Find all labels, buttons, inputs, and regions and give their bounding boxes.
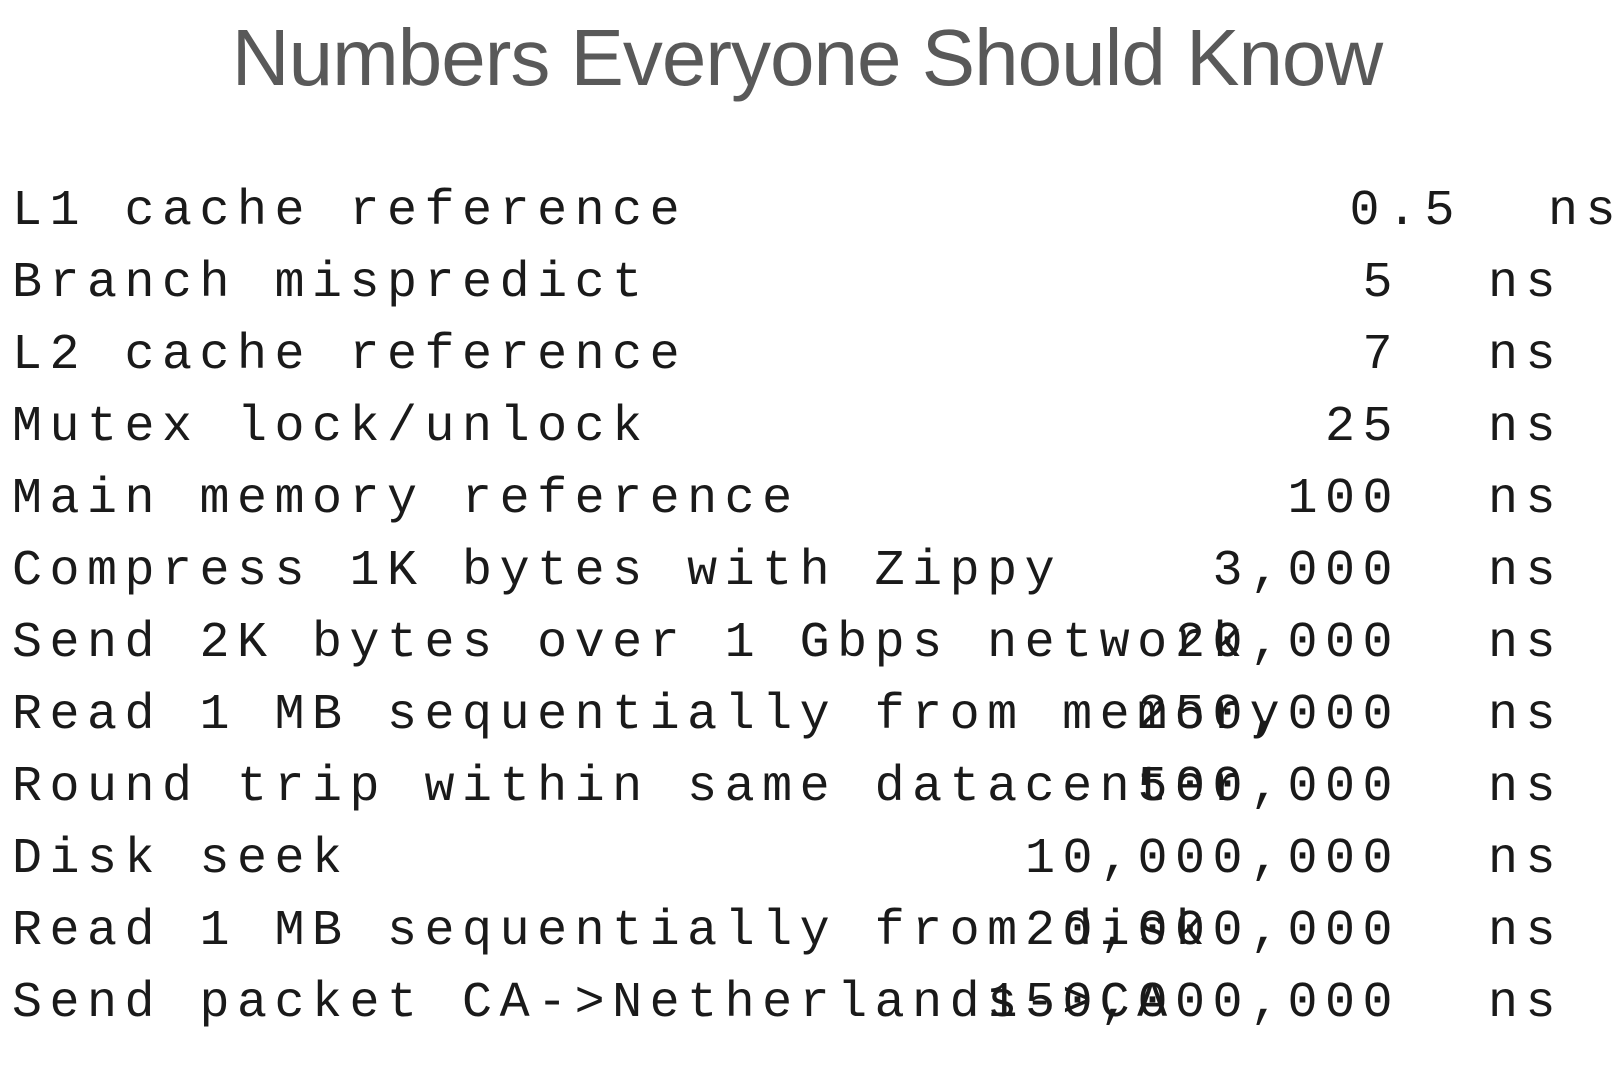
list-item: Read 1 MB sequentially from disk 20,000,… [0, 895, 1614, 969]
list-item: Round trip within same datacenter 500,00… [0, 751, 1614, 825]
list-item: L2 cache reference 7 ns [0, 319, 1614, 393]
item-value: 3,000 [1212, 543, 1400, 600]
list-item: L1 cache reference 0.5 ns [0, 175, 1614, 249]
item-unit: ns [1488, 399, 1564, 456]
list-item: Read 1 MB sequentially from memory 250,0… [0, 679, 1614, 753]
item-unit: ns [1488, 471, 1564, 528]
item-label: L1 cache reference [12, 183, 688, 240]
list-item: Branch mispredict 5 ns [0, 247, 1614, 321]
list-item: Send 2K bytes over 1 Gbps network 20,000… [0, 607, 1614, 681]
list-item: Disk seek 10,000,000 ns [0, 823, 1614, 897]
item-unit: ns [1548, 183, 1614, 240]
item-unit: ns [1488, 831, 1564, 888]
item-label: Send 2K bytes over 1 Gbps network [12, 615, 1250, 672]
item-unit: ns [1488, 975, 1564, 1032]
item-label: Mutex lock/unlock [12, 399, 650, 456]
item-value: 7 [1362, 327, 1400, 384]
item-unit: ns [1488, 255, 1564, 312]
item-unit: ns [1488, 543, 1564, 600]
item-unit: ns [1488, 903, 1564, 960]
item-label: L2 cache reference [12, 327, 688, 384]
item-value: 10,000,000 [1024, 831, 1400, 888]
item-value: 500,000 [1137, 759, 1400, 816]
list-item: Main memory reference 100 ns [0, 463, 1614, 537]
item-value: 5 [1362, 255, 1400, 312]
item-value: 250,000 [1137, 687, 1400, 744]
item-label: Branch mispredict [12, 255, 650, 312]
item-value: 20,000 [1174, 615, 1400, 672]
item-label: Disk seek [12, 831, 350, 888]
item-label: Compress 1K bytes with Zippy [12, 543, 1063, 600]
item-label: Round trip within same datacenter [12, 759, 1250, 816]
item-value: 25 [1324, 399, 1400, 456]
latency-list: L1 cache reference 0.5 ns Branch mispred… [0, 175, 1614, 1075]
item-unit: ns [1488, 615, 1564, 672]
item-label: Read 1 MB sequentially from memory [12, 687, 1288, 744]
page-title: Numbers Everyone Should Know [231, 13, 1383, 102]
list-item: Compress 1K bytes with Zippy 3,000 ns [0, 535, 1614, 609]
item-value: 100 [1287, 471, 1400, 528]
item-unit: ns [1488, 327, 1564, 384]
list-item: Send packet CA->Netherlands->CA 150,000,… [0, 967, 1614, 1041]
item-value: 0.5 [1349, 183, 1462, 240]
item-value: 20,000,000 [1024, 903, 1400, 960]
item-unit: ns [1488, 759, 1564, 816]
list-item: Mutex lock/unlock 25 ns [0, 391, 1614, 465]
item-value: 150,000,000 [987, 975, 1400, 1032]
item-unit: ns [1488, 687, 1564, 744]
item-label: Main memory reference [12, 471, 800, 528]
